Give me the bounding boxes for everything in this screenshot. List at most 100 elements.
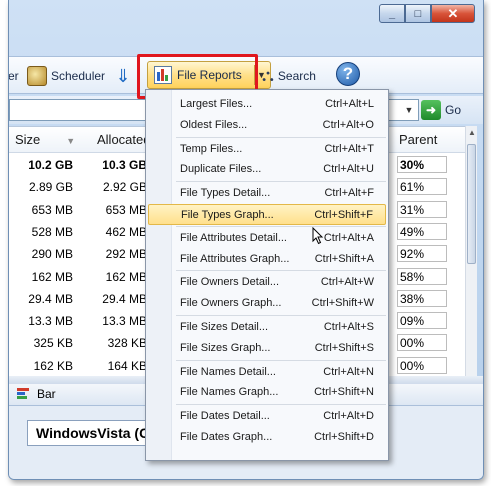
cell-parent-percent: 61% xyxy=(397,178,447,196)
binoculars-icon: ⛬ xyxy=(262,66,274,85)
cell-parent-percent: 09% xyxy=(397,312,447,330)
menu-item[interactable]: File Dates Graph... Ctrl+Shift+D xyxy=(148,427,386,448)
cell-allocated: 2.92 GB xyxy=(102,180,147,195)
menu-separator xyxy=(176,181,386,183)
title-bar: _ □ ✕ xyxy=(9,0,483,36)
menu-item[interactable]: Largest Files... Ctrl+Alt+L xyxy=(148,94,386,115)
cell-allocated: 653 MB xyxy=(105,202,147,217)
menu-item[interactable]: File Sizes Detail... Ctrl+Alt+S xyxy=(148,317,386,338)
file-reports-button[interactable]: File Reports ▼ xyxy=(147,61,271,89)
download-button[interactable]: ⇓ xyxy=(113,63,137,89)
scheduler-label: Scheduler xyxy=(51,69,106,83)
menu-item-label: Duplicate Files... xyxy=(180,163,262,176)
cell-allocated: 462 MB xyxy=(105,224,147,239)
address-dropdown-icon[interactable]: ▼ xyxy=(401,100,417,120)
menu-item-label: File Attributes Graph... xyxy=(180,252,290,265)
menu-item-label: Temp Files... xyxy=(180,142,243,155)
menu-item-shortcut: Ctrl+Shift+S xyxy=(314,341,374,354)
menu-item[interactable]: File Types Detail... Ctrl+Alt+F xyxy=(148,183,386,204)
cell-allocated: 29.4 MB xyxy=(102,291,147,306)
menu-item[interactable]: File Owners Graph... Ctrl+Shift+W xyxy=(148,293,386,314)
menu-item-shortcut: Ctrl+Alt+L xyxy=(325,98,374,110)
close-button[interactable]: ✕ xyxy=(431,4,475,23)
menu-item-shortcut: Ctrl+Shift+D xyxy=(314,431,374,443)
menu-item-label: File Sizes Graph... xyxy=(180,341,271,354)
mouse-cursor-icon xyxy=(312,227,324,245)
menu-item[interactable]: File Sizes Graph... Ctrl+Shift+S xyxy=(148,338,386,359)
menu-item-label: File Types Detail... xyxy=(180,187,271,200)
window-controls: _ □ ✕ xyxy=(379,4,475,23)
menu-separator xyxy=(176,270,386,272)
menu-item-label: File Names Detail... xyxy=(180,365,276,378)
menu-item-label: File Names Graph... xyxy=(180,386,279,399)
menu-item-label: File Dates Detail... xyxy=(180,410,270,423)
cell-parent-percent: 00% xyxy=(397,334,447,352)
go-button[interactable]: ➜ Go xyxy=(421,99,461,121)
menu-separator xyxy=(176,225,386,227)
cell-size: 325 KB xyxy=(33,336,73,351)
cell-parent-percent: 58% xyxy=(397,267,447,285)
go-arrow-icon: ➜ xyxy=(421,100,441,120)
menu-item-shortcut: Ctrl+Alt+U xyxy=(323,163,374,176)
menu-item[interactable]: Temp Files... Ctrl+Alt+T xyxy=(148,139,386,160)
menu-item[interactable]: Duplicate Files... Ctrl+Alt+U xyxy=(148,159,386,180)
vertical-scrollbar[interactable]: ▲ xyxy=(465,126,477,376)
menu-item-shortcut: Ctrl+Alt+S xyxy=(323,321,374,333)
scroll-thumb[interactable] xyxy=(467,144,476,264)
minimize-button[interactable]: _ xyxy=(379,4,405,23)
menu-item[interactable]: File Names Detail... Ctrl+Alt+N xyxy=(148,362,386,383)
cell-parent-percent: 38% xyxy=(397,289,447,307)
menu-item-shortcut: Ctrl+Alt+W xyxy=(320,276,374,289)
bar-tab-label: Bar xyxy=(37,387,56,401)
column-header-allocated[interactable]: Allocated xyxy=(97,132,150,147)
cell-allocated: 164 KB xyxy=(107,358,147,373)
tab-bar-chart[interactable]: Bar xyxy=(17,387,56,401)
menu-item-label: File Sizes Detail... xyxy=(180,321,269,333)
cell-allocated: 162 MB xyxy=(105,269,147,284)
scheduler-button[interactable]: Scheduler xyxy=(27,63,105,89)
column-header-parent[interactable]: Parent xyxy=(399,132,437,147)
cell-size: 290 MB xyxy=(31,247,73,262)
sort-caret-icon: ▼ xyxy=(66,136,76,146)
menu-item[interactable]: File Owners Detail... Ctrl+Alt+W xyxy=(148,272,386,293)
cell-allocated: 10.3 GB xyxy=(102,158,147,172)
cell-parent-percent: 31% xyxy=(397,200,447,218)
search-button[interactable]: ⛬ Search xyxy=(262,63,316,89)
cell-size: 29.4 MB xyxy=(28,291,73,306)
menu-item-label: Oldest Files... xyxy=(180,118,248,131)
column-header-size[interactable]: Size ▼ xyxy=(15,132,75,147)
menu-item-shortcut: Ctrl+Alt+O xyxy=(322,118,374,131)
cell-size: 162 KB xyxy=(33,358,73,373)
menu-item-label: File Dates Graph... xyxy=(180,431,273,443)
cell-size: 13.3 MB xyxy=(28,314,73,329)
toolbar-truncated-label[interactable]: er xyxy=(9,63,19,89)
help-icon[interactable]: ? xyxy=(336,62,360,86)
menu-separator xyxy=(176,359,386,361)
cell-size: 10.2 GB xyxy=(28,158,73,172)
menu-item-shortcut: Ctrl+Alt+D xyxy=(323,410,374,423)
cell-parent-percent: 49% xyxy=(397,222,447,240)
menu-item-shortcut: Ctrl+Shift+A xyxy=(314,252,374,265)
go-label: Go xyxy=(445,103,462,117)
file-reports-menu: Largest Files... Ctrl+Alt+L Oldest Files..… xyxy=(145,89,389,461)
file-reports-label: File Reports xyxy=(177,68,242,82)
cell-allocated: 292 MB xyxy=(105,247,147,262)
menu-item[interactable]: File Attributes Graph... Ctrl+Shift+A xyxy=(148,249,386,270)
report-chart-icon xyxy=(154,66,172,84)
menu-item-shortcut: Ctrl+Shift+W xyxy=(311,297,374,310)
menu-item[interactable]: Oldest Files... Ctrl+Alt+O xyxy=(148,115,386,136)
search-label: Search xyxy=(277,69,316,83)
menu-item[interactable]: File Attributes Detail... Ctrl+Alt+A xyxy=(148,228,386,249)
menu-item[interactable]: File Names Graph... Ctrl+Shift+N xyxy=(148,382,386,403)
menu-item[interactable]: File Dates Detail... Ctrl+Alt+D xyxy=(148,406,386,427)
cell-size: 653 MB xyxy=(31,202,73,217)
cell-parent-percent: 30% xyxy=(397,156,447,173)
scroll-up-icon[interactable]: ▲ xyxy=(466,128,478,142)
menu-item-shortcut: Ctrl+Alt+F xyxy=(324,187,374,200)
maximize-button[interactable]: □ xyxy=(405,4,431,23)
menu-item-shortcut: Ctrl+Shift+N xyxy=(314,386,374,399)
menu-item[interactable]: File Types Graph... Ctrl+Shift+F xyxy=(148,204,386,225)
menu-separator xyxy=(176,136,386,138)
download-arrow-icon: ⇓ xyxy=(115,65,131,86)
cell-allocated: 328 KB xyxy=(107,336,147,351)
